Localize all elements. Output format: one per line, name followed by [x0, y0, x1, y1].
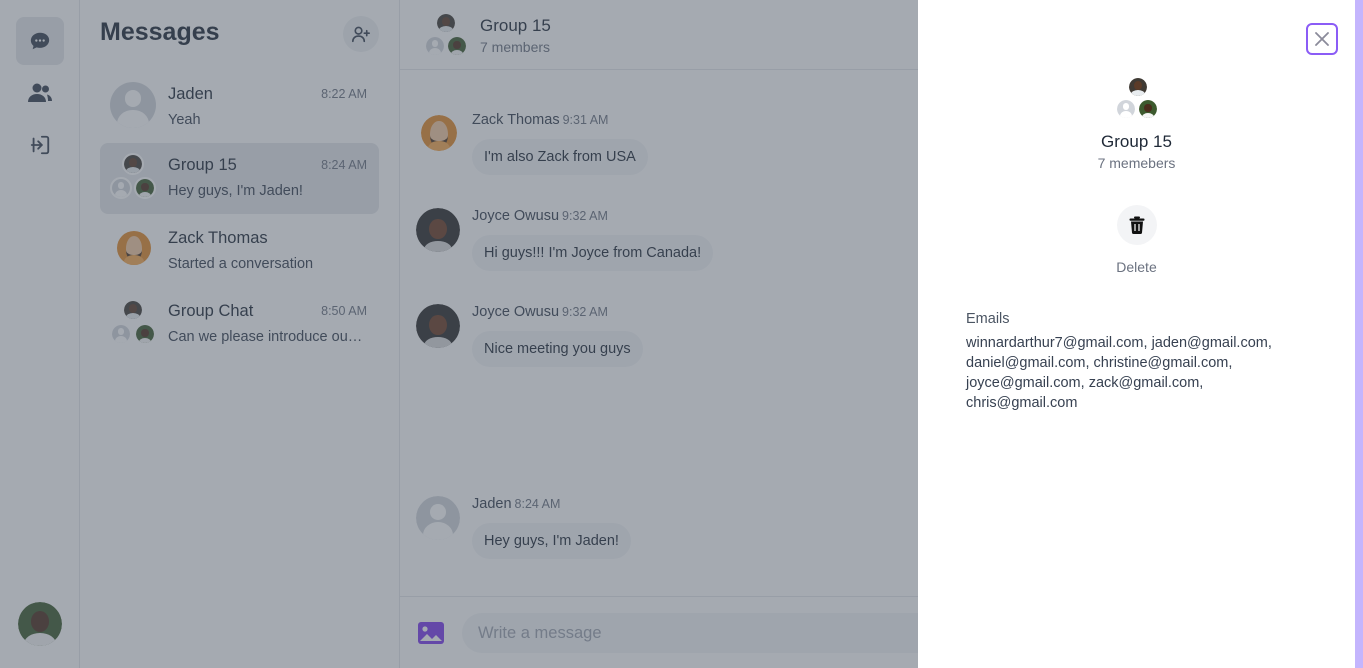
modal-backdrop[interactable]	[0, 0, 918, 668]
trash-icon	[1129, 216, 1145, 234]
close-button[interactable]	[1306, 23, 1338, 55]
emails-heading: Emails	[966, 311, 1010, 327]
emails-list: winnardarthur7@gmail.com, jaden@gmail.co…	[966, 335, 1272, 411]
delete-button[interactable]	[1117, 205, 1157, 245]
delete-label: Delete	[1116, 259, 1157, 275]
close-icon	[1315, 32, 1329, 46]
group-avatar	[1115, 76, 1161, 122]
group-member-count: 7 memebers	[1097, 155, 1176, 171]
scrollbar[interactable]	[1355, 0, 1363, 668]
group-details-panel: Group 15 7 memebers Delete Emails winnar…	[918, 0, 1355, 668]
group-name: Group 15	[1101, 132, 1172, 151]
